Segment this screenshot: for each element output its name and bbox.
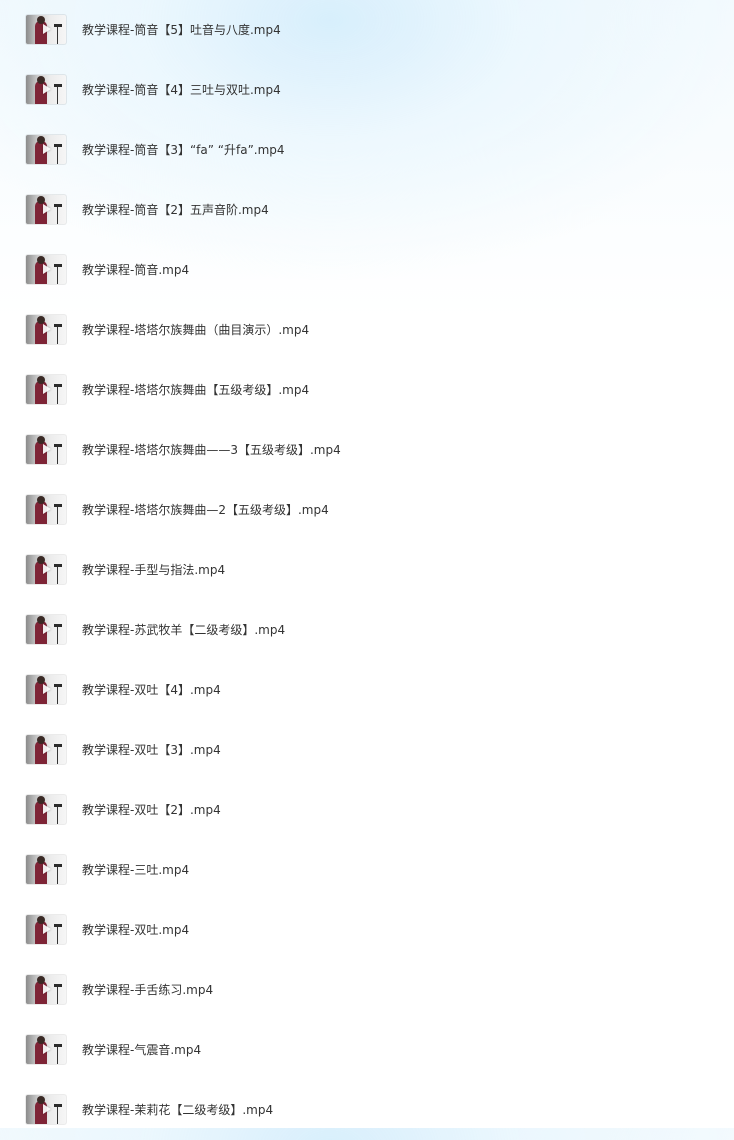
video-thumbnail-icon[interactable]	[26, 1095, 66, 1124]
video-thumbnail-icon[interactable]	[26, 195, 66, 224]
file-list-item[interactable]: 教学课程-筒音【5】吐音与八度.mp4	[0, 0, 734, 60]
play-icon	[43, 144, 51, 154]
play-icon	[43, 984, 51, 994]
file-name[interactable]: 教学课程-塔塔尔族舞曲【五级考级】.mp4	[82, 381, 309, 399]
file-name[interactable]: 教学课程-双吐【4】.mp4	[82, 681, 221, 699]
file-name[interactable]: 教学课程-筒音.mp4	[82, 261, 189, 279]
file-name[interactable]: 教学课程-双吐【2】.mp4	[82, 801, 221, 819]
file-list-item[interactable]: 教学课程-塔塔尔族舞曲【五级考级】.mp4	[0, 360, 734, 420]
file-name[interactable]: 教学课程-双吐.mp4	[82, 921, 189, 939]
video-thumbnail-icon[interactable]	[26, 75, 66, 104]
file-list-item[interactable]: 教学课程-筒音.mp4	[0, 240, 734, 300]
play-icon	[43, 204, 51, 214]
file-list-item[interactable]: 教学课程-塔塔尔族舞曲—2【五级考级】.mp4	[0, 480, 734, 540]
play-icon	[43, 444, 51, 454]
play-icon	[43, 24, 51, 34]
video-thumbnail-icon[interactable]	[26, 15, 66, 44]
file-list-item[interactable]: 教学课程-苏武牧羊【二级考级】.mp4	[0, 600, 734, 660]
play-icon	[43, 384, 51, 394]
video-thumbnail-icon[interactable]	[26, 1035, 66, 1064]
video-thumbnail-icon[interactable]	[26, 255, 66, 284]
play-icon	[43, 804, 51, 814]
play-icon	[43, 84, 51, 94]
video-thumbnail-icon[interactable]	[26, 795, 66, 824]
video-thumbnail-icon[interactable]	[26, 915, 66, 944]
file-name[interactable]: 教学课程-三吐.mp4	[82, 861, 189, 879]
file-name[interactable]: 教学课程-塔塔尔族舞曲—2【五级考级】.mp4	[82, 501, 329, 519]
file-name[interactable]: 教学课程-茉莉花【二级考级】.mp4	[82, 1101, 273, 1119]
file-list-item[interactable]: 教学课程-三吐.mp4	[0, 840, 734, 900]
play-icon	[43, 864, 51, 874]
file-name[interactable]: 教学课程-筒音【3】“fa” “升fa”.mp4	[82, 141, 285, 159]
file-list-item[interactable]: 教学课程-双吐【2】.mp4	[0, 780, 734, 840]
play-icon	[43, 1044, 51, 1054]
video-thumbnail-icon[interactable]	[26, 975, 66, 1004]
file-list-item[interactable]: 教学课程-筒音【3】“fa” “升fa”.mp4	[0, 120, 734, 180]
file-list-item[interactable]: 教学课程-气震音.mp4	[0, 1020, 734, 1080]
file-name[interactable]: 教学课程-筒音【5】吐音与八度.mp4	[82, 21, 281, 39]
file-list-item[interactable]: 教学课程-双吐【4】.mp4	[0, 660, 734, 720]
file-list-item[interactable]: 教学课程-筒音【4】三吐与双吐.mp4	[0, 60, 734, 120]
file-list-item[interactable]: 教学课程-手型与指法.mp4	[0, 540, 734, 600]
file-name[interactable]: 教学课程-手舌练习.mp4	[82, 981, 213, 999]
video-thumbnail-icon[interactable]	[26, 375, 66, 404]
play-icon	[43, 1104, 51, 1114]
file-name[interactable]: 教学课程-气震音.mp4	[82, 1041, 201, 1059]
play-icon	[43, 624, 51, 634]
play-icon	[43, 684, 51, 694]
video-thumbnail-icon[interactable]	[26, 135, 66, 164]
file-name[interactable]: 教学课程-双吐【3】.mp4	[82, 741, 221, 759]
file-name[interactable]: 教学课程-手型与指法.mp4	[82, 561, 225, 579]
video-thumbnail-icon[interactable]	[26, 435, 66, 464]
file-list-item[interactable]: 教学课程-双吐【3】.mp4	[0, 720, 734, 780]
file-list-item[interactable]: 教学课程-双吐.mp4	[0, 900, 734, 960]
video-thumbnail-icon[interactable]	[26, 495, 66, 524]
video-thumbnail-icon[interactable]	[26, 315, 66, 344]
video-thumbnail-icon[interactable]	[26, 675, 66, 704]
play-icon	[43, 924, 51, 934]
file-list-item[interactable]: 教学课程-茉莉花【二级考级】.mp4	[0, 1080, 734, 1140]
video-thumbnail-icon[interactable]	[26, 735, 66, 764]
play-icon	[43, 744, 51, 754]
file-list-item[interactable]: 教学课程-筒音【2】五声音阶.mp4	[0, 180, 734, 240]
video-thumbnail-icon[interactable]	[26, 615, 66, 644]
video-thumbnail-icon[interactable]	[26, 555, 66, 584]
file-list-item[interactable]: 教学课程-塔塔尔族舞曲（曲目演示）.mp4	[0, 300, 734, 360]
file-name[interactable]: 教学课程-筒音【2】五声音阶.mp4	[82, 201, 269, 219]
file-name[interactable]: 教学课程-塔塔尔族舞曲——3【五级考级】.mp4	[82, 441, 341, 459]
play-icon	[43, 564, 51, 574]
file-list-item[interactable]: 教学课程-塔塔尔族舞曲——3【五级考级】.mp4	[0, 420, 734, 480]
file-name[interactable]: 教学课程-苏武牧羊【二级考级】.mp4	[82, 621, 285, 639]
file-name[interactable]: 教学课程-塔塔尔族舞曲（曲目演示）.mp4	[82, 321, 309, 339]
video-thumbnail-icon[interactable]	[26, 855, 66, 884]
play-icon	[43, 264, 51, 274]
play-icon	[43, 324, 51, 334]
file-list-item[interactable]: 教学课程-手舌练习.mp4	[0, 960, 734, 1020]
play-icon	[43, 504, 51, 514]
file-name[interactable]: 教学课程-筒音【4】三吐与双吐.mp4	[82, 81, 281, 99]
